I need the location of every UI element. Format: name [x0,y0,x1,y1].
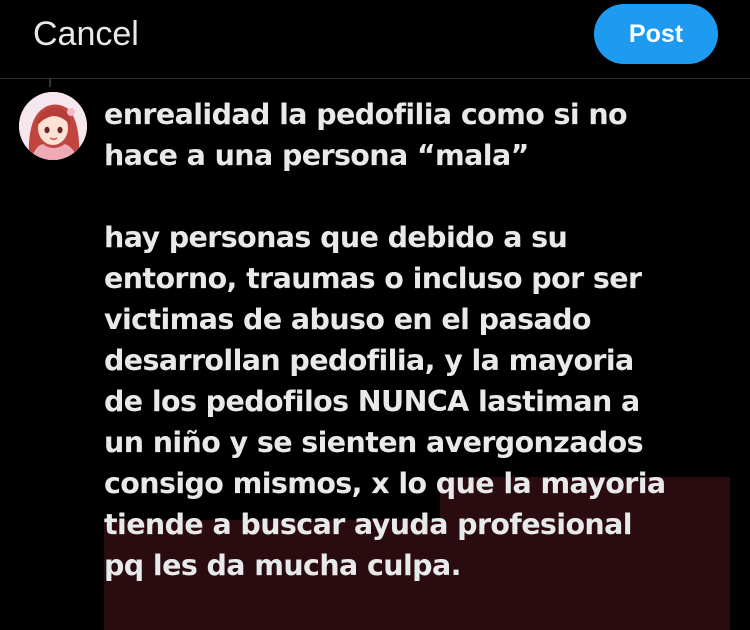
cancel-button[interactable]: Cancel [33,14,139,54]
anime-avatar-icon[interactable] [19,92,87,160]
post-button[interactable]: Post [594,4,718,64]
quoted-post-text: enrealidad la pedofilia como si no hace … [104,98,666,582]
header-divider [0,78,750,79]
thread-connector-line [49,79,51,87]
compose-header: Cancel Post [0,0,750,78]
